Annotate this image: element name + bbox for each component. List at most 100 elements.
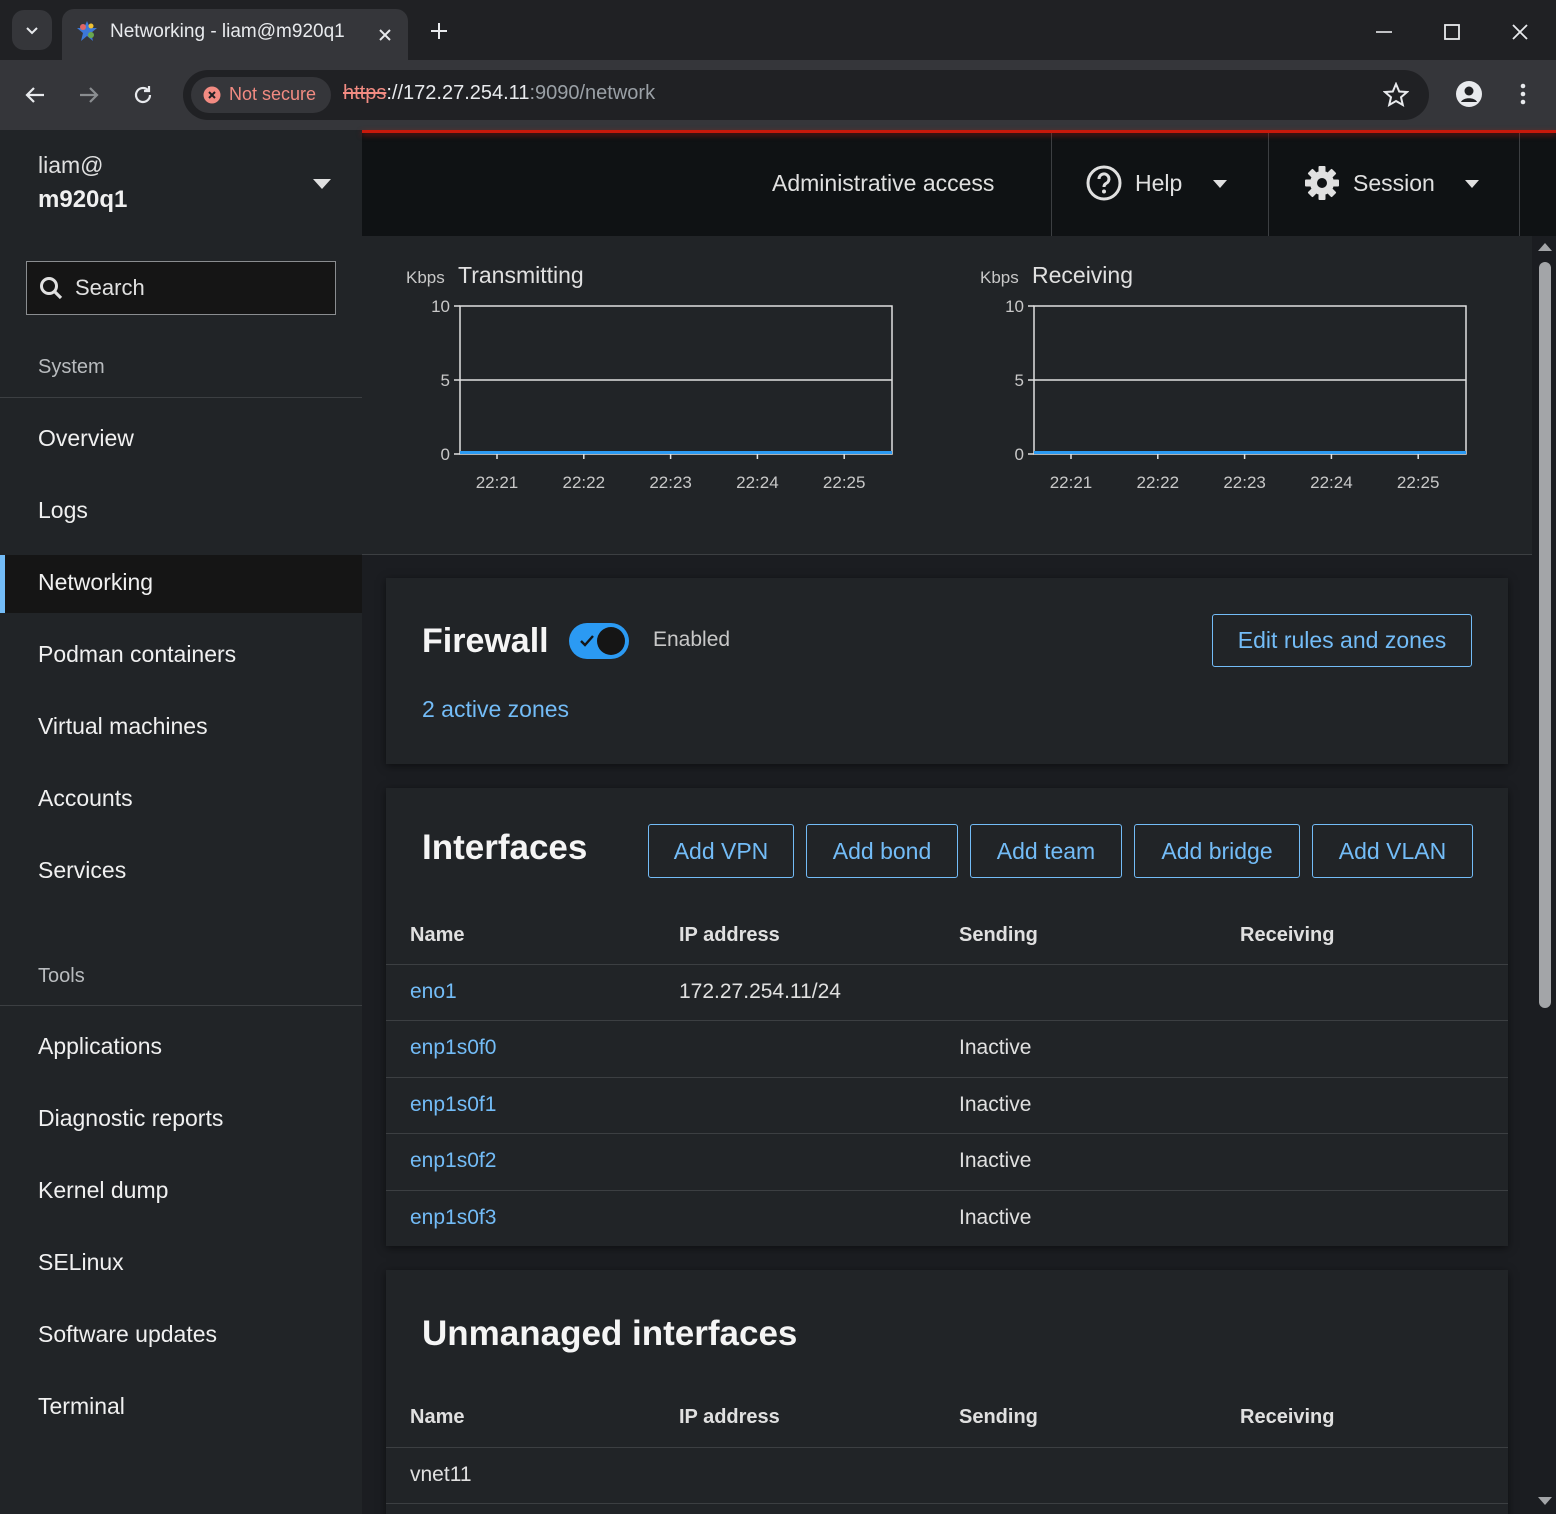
- add-vlan-button[interactable]: Add VLAN: [1312, 824, 1473, 878]
- close-window-icon[interactable]: [1500, 12, 1540, 52]
- sidebar-item-label: Networking: [38, 569, 154, 595]
- unmanaged-interface-name: vnet11: [410, 1463, 472, 1486]
- sidebar: Search System Overview Logs Networking P…: [0, 236, 362, 1514]
- edit-rules-and-zones-button[interactable]: Edit rules and zones: [1212, 614, 1472, 667]
- tab-search-button[interactable]: [12, 10, 52, 50]
- sidebar-item-label: Virtual machines: [38, 713, 208, 739]
- search-input[interactable]: Search: [26, 261, 336, 315]
- sidebar-item-kernel-dump[interactable]: Kernel dump: [0, 1163, 362, 1221]
- sidebar-item-selinux[interactable]: SELinux: [0, 1235, 362, 1293]
- add-bridge-button[interactable]: Add bridge: [1134, 824, 1300, 878]
- column-header-ip[interactable]: IP address: [679, 1406, 780, 1429]
- interface-link-enp1s0f0[interactable]: enp1s0f0: [410, 1036, 496, 1060]
- sidebar-item-label: Kernel dump: [38, 1177, 169, 1203]
- not-secure-label: Not secure: [229, 84, 317, 104]
- interface-link-enp1s0f2[interactable]: enp1s0f2: [410, 1149, 496, 1173]
- sidebar-item-podman-containers[interactable]: Podman containers: [0, 627, 362, 685]
- sidebar-item-label: Software updates: [38, 1321, 218, 1347]
- chart-y-tick-label: 10: [431, 297, 450, 316]
- warning-icon: [203, 86, 221, 104]
- sidebar-item-overview[interactable]: Overview: [0, 411, 362, 469]
- sidebar-item-diagnostic-reports[interactable]: Diagnostic reports: [0, 1091, 362, 1149]
- sidebar-item-networking[interactable]: Networking: [0, 555, 362, 613]
- brand-accent-line: [362, 130, 1556, 133]
- table-divider: [386, 1447, 1508, 1448]
- browser-toolbar: Not secure https://172.27.254.11:9090/ne…: [0, 60, 1556, 130]
- firewall-title: Firewall: [422, 622, 549, 660]
- sidebar-item-accounts[interactable]: Accounts: [0, 771, 362, 829]
- chart-y-tick-label: 10: [1005, 297, 1024, 316]
- sidebar-item-label: Diagnostic reports: [38, 1105, 224, 1131]
- browser-tab-bar: Networking - liam@m920q1: [0, 0, 1556, 60]
- close-tab-icon[interactable]: [372, 22, 398, 48]
- profile-avatar-icon[interactable]: [1450, 75, 1488, 113]
- minimize-icon[interactable]: [1364, 12, 1404, 52]
- interface-sending: Inactive: [959, 1149, 1032, 1172]
- maximize-icon[interactable]: [1432, 12, 1472, 52]
- scroll-up-arrow-icon[interactable]: [1537, 242, 1553, 252]
- scrollbar-thumb[interactable]: [1539, 262, 1551, 1008]
- add-team-button[interactable]: Add team: [970, 824, 1122, 878]
- interfaces-card: Interfaces Add VPN Add bond Add team Add…: [386, 788, 1508, 1246]
- security-chip[interactable]: Not secure: [191, 77, 331, 113]
- column-header-ip[interactable]: IP address: [679, 924, 780, 947]
- caret-down-icon: [1464, 179, 1480, 189]
- interface-link-enp1s0f3[interactable]: enp1s0f3: [410, 1206, 496, 1230]
- host-switcher[interactable]: liam@ m920q1: [0, 130, 362, 237]
- chevron-down-icon: [26, 27, 38, 35]
- host-name: m920q1: [38, 186, 128, 213]
- interface-sending: Inactive: [959, 1093, 1032, 1116]
- unmanaged-interfaces-title: Unmanaged interfaces: [422, 1314, 798, 1353]
- chart-x-tick-label: 22:24: [1310, 473, 1353, 492]
- column-header-sending[interactable]: Sending: [959, 924, 1038, 947]
- column-header-name[interactable]: Name: [410, 1406, 464, 1429]
- add-vpn-button[interactable]: Add VPN: [648, 824, 794, 878]
- new-tab-icon[interactable]: [422, 14, 456, 48]
- administrative-access-button[interactable]: Administrative access: [772, 170, 994, 197]
- scroll-down-arrow-icon[interactable]: [1537, 1496, 1553, 1506]
- forward-icon[interactable]: [69, 75, 109, 115]
- browser-tab[interactable]: Networking - liam@m920q1: [62, 9, 408, 60]
- help-icon: [1086, 165, 1122, 201]
- firewall-card: Firewall Enabled Edit rules and zones 2 …: [386, 578, 1508, 764]
- back-icon[interactable]: [15, 75, 55, 115]
- unmanaged-interfaces-card: Unmanaged interfaces Name IP address Sen…: [386, 1270, 1508, 1514]
- chart-x-tick-label: 22:23: [1223, 473, 1266, 492]
- add-bond-button[interactable]: Add bond: [806, 824, 958, 878]
- firewall-toggle[interactable]: [569, 623, 629, 659]
- search-placeholder: Search: [75, 275, 145, 300]
- nav-section-system: System: [38, 356, 105, 378]
- browser-menu-icon[interactable]: [1506, 75, 1540, 113]
- chart-x-tick-label: 22:23: [649, 473, 692, 492]
- table-divider: [386, 1077, 1508, 1078]
- address-bar[interactable]: Not secure https://172.27.254.11:9090/ne…: [183, 70, 1429, 120]
- session-menu-button[interactable]: Session: [1304, 163, 1479, 207]
- interface-sending: Inactive: [959, 1206, 1032, 1229]
- masthead: Administrative access Help Session: [362, 133, 1556, 236]
- caret-down-icon: [1212, 179, 1228, 189]
- interface-link-enp1s0f1[interactable]: enp1s0f1: [410, 1093, 496, 1117]
- interface-ip: 172.27.254.11/24: [679, 980, 841, 1003]
- column-header-name[interactable]: Name: [410, 924, 464, 947]
- sidebar-item-logs[interactable]: Logs: [0, 483, 362, 541]
- chart-title: Transmitting: [458, 262, 584, 288]
- help-menu-button[interactable]: Help: [1084, 163, 1234, 207]
- sidebar-item-virtual-machines[interactable]: Virtual machines: [0, 699, 362, 757]
- active-zones-link[interactable]: 2 active zones: [422, 696, 569, 723]
- sidebar-item-software-updates[interactable]: Software updates: [0, 1307, 362, 1365]
- bookmark-star-icon[interactable]: [1383, 82, 1409, 108]
- reload-icon[interactable]: [123, 75, 163, 115]
- sidebar-item-terminal[interactable]: Terminal: [0, 1379, 362, 1437]
- chart-unit-label: Kbps: [406, 268, 445, 287]
- chart-x-tick-label: 22:21: [476, 473, 519, 492]
- column-header-sending[interactable]: Sending: [959, 1406, 1038, 1429]
- url-text[interactable]: https://172.27.254.11:9090/network: [343, 82, 655, 105]
- chart-x-tick-label: 22:21: [1050, 473, 1093, 492]
- main-content: Kbps Transmitting 0 5 10 22:21 22:22 22:23 22:…: [362, 236, 1556, 1514]
- sidebar-item-applications[interactable]: Applications: [0, 1019, 362, 1077]
- interface-link-eno1[interactable]: eno1: [410, 980, 457, 1004]
- sidebar-item-services[interactable]: Services: [0, 843, 362, 901]
- column-header-receiving[interactable]: Receiving: [1240, 1406, 1334, 1429]
- column-header-receiving[interactable]: Receiving: [1240, 924, 1334, 947]
- chart-x-tick-label: 22:24: [736, 473, 779, 492]
